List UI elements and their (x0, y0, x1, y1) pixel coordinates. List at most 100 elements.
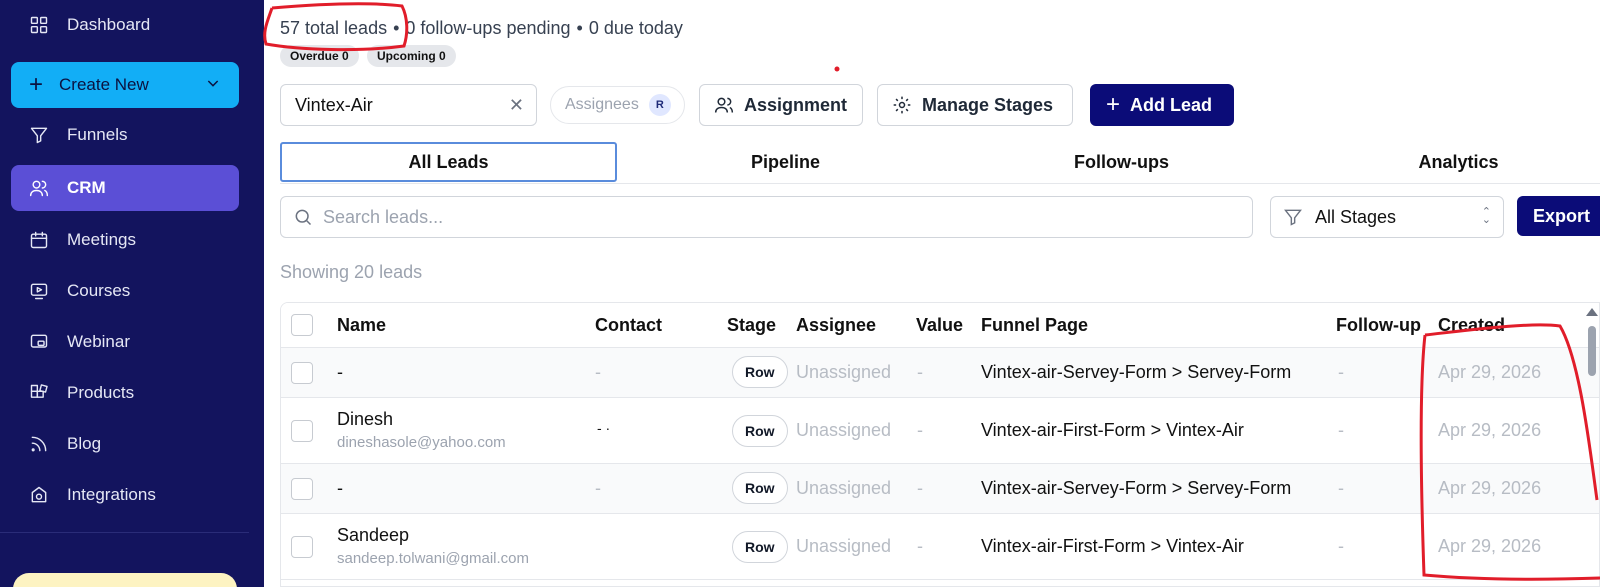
lead-assignee[interactable]: Unassigned (796, 420, 891, 441)
leads-table: Name Contact Stage Assignee Value Funnel… (280, 302, 1600, 587)
followups-pending-text: 0 follow-ups pending (405, 18, 571, 38)
assignment-label: Assignment (744, 94, 848, 115)
showing-count: Showing 20 leads (280, 262, 423, 282)
chevron-updown-icon: ⌃ ⌄ (1481, 206, 1491, 226)
tab-analytics[interactable]: Analytics (1290, 142, 1600, 182)
lead-contact: - (595, 478, 601, 498)
tab-pipeline[interactable]: Pipeline (617, 142, 954, 182)
lead-funnel-page: Vintex-air-First-Form > Vintex-Air (981, 420, 1244, 440)
table-row[interactable]: Sandeep sandeep.tolwani@gmail.com Row Un… (281, 514, 1599, 580)
upgrade-card[interactable] (13, 573, 237, 587)
sidebar-item-label: Webinar (67, 332, 130, 351)
search-box (280, 196, 1253, 238)
add-lead-label: Add Lead (1130, 94, 1213, 115)
table-scrollbar[interactable] (1586, 302, 1598, 587)
chevron-down-icon (205, 75, 221, 96)
table-row[interactable]: Dinesh dineshasole@yahoo.com - · Row Una… (281, 398, 1599, 464)
assignment-button[interactable]: Assignment (699, 84, 863, 126)
plus-icon: + (29, 71, 44, 98)
sidebar-item-label: Dashboard (67, 15, 151, 34)
tab-follow-ups[interactable]: Follow-ups (953, 142, 1290, 182)
table-header: Name Contact Stage Assignee Value Funnel… (281, 303, 1599, 348)
lead-created: Apr 29, 2026 (1438, 420, 1542, 440)
column-header[interactable]: Stage (727, 315, 776, 336)
stage-pill[interactable]: Row (732, 415, 788, 447)
lead-name: Sandeep (337, 525, 410, 545)
lead-contact: - · (597, 420, 611, 436)
stage-pill[interactable]: Row (732, 472, 788, 504)
manage-stages-button[interactable]: Manage Stages (877, 84, 1073, 126)
lead-name: Dinesh (337, 409, 394, 429)
sidebar-item-blog[interactable]: Blog (11, 421, 239, 467)
gear-icon (893, 96, 911, 114)
export-button[interactable]: Export (1517, 196, 1600, 236)
column-header[interactable]: Follow-up (1336, 315, 1421, 336)
row-checkbox[interactable] (291, 362, 313, 384)
sidebar-item-courses[interactable]: Courses (11, 268, 239, 314)
lead-follow-up: - (1338, 362, 1344, 382)
lead-assignee[interactable]: Unassigned (796, 536, 891, 557)
overdue-badge: Overdue 0 (280, 45, 359, 67)
stage-pill[interactable]: Row (732, 356, 788, 388)
add-lead-button[interactable]: + Add Lead (1090, 84, 1234, 126)
sidebar-item-funnels[interactable]: Funnels (11, 112, 239, 158)
sidebar-divider (0, 532, 249, 533)
lead-assignee[interactable]: Unassigned (796, 478, 891, 499)
webinar-icon (29, 332, 49, 352)
sidebar-item-label: Funnels (67, 125, 128, 144)
sidebar-item-webinar[interactable]: Webinar (11, 319, 239, 365)
tab-all-leads[interactable]: All Leads (280, 142, 617, 182)
lead-email: dineshasole@yahoo.com (337, 434, 506, 451)
stage-pill[interactable]: Row (732, 531, 788, 563)
users-icon (714, 97, 734, 113)
lead-value: - (917, 478, 923, 498)
scroll-up-arrow-icon[interactable] (1586, 308, 1598, 316)
lead-contact: - (595, 362, 601, 382)
row-checkbox[interactable] (291, 536, 313, 558)
column-header[interactable]: Value (916, 315, 963, 336)
search-input[interactable] (323, 206, 1223, 228)
table-row[interactable]: - - Row Unassigned - Vintex-air-Servey-F… (281, 348, 1599, 398)
sidebar-item-meetings[interactable]: Meetings (11, 217, 239, 263)
sidebar-item-label: Products (67, 383, 135, 402)
funnel-select-value: Vintex-Air (295, 94, 373, 115)
lead-name: - (337, 478, 343, 498)
scroll-thumb[interactable] (1588, 326, 1596, 376)
lead-value: - (917, 536, 923, 556)
stage-filter-select[interactable]: All Stages ⌃ ⌄ (1270, 196, 1504, 238)
lead-follow-up: - (1338, 536, 1344, 556)
assignees-filter[interactable]: Assignees R (550, 86, 685, 124)
column-header[interactable]: Name (337, 315, 386, 336)
row-checkbox[interactable] (291, 478, 313, 500)
lead-created: Apr 29, 2026 (1438, 536, 1542, 556)
sidebar-item-label: Integrations (67, 485, 156, 504)
column-header[interactable]: Funnel Page (981, 315, 1088, 336)
column-header[interactable]: Assignee (796, 315, 876, 336)
sidebar-item-integrations[interactable]: Integrations (11, 472, 239, 518)
sidebar-item-crm[interactable]: CRM (11, 165, 239, 211)
lead-created: Apr 29, 2026 (1438, 478, 1542, 498)
select-all-checkbox[interactable] (291, 314, 313, 336)
lead-funnel-page: Vintex-air-First-Form > Vintex-Air (981, 536, 1244, 556)
rss-icon (29, 434, 49, 454)
sidebar-item-label: Meetings (67, 230, 136, 249)
total-leads-text: 57 total leads (280, 18, 388, 38)
lead-assignee[interactable]: Unassigned (796, 362, 891, 383)
lead-follow-up: - (1338, 478, 1344, 498)
sidebar-item-label: Courses (67, 281, 131, 300)
boxes-icon (29, 383, 49, 403)
funnel-select[interactable]: Vintex-Air ✕ (280, 84, 537, 126)
sidebar-item-dashboard[interactable]: Dashboard (11, 2, 239, 48)
sidebar: Dashboard + Create New Funnels CRM Meeti… (0, 0, 264, 587)
calendar-icon (29, 230, 49, 250)
create-new-button[interactable]: + Create New (11, 62, 239, 108)
lead-email: sandeep.tolwani@gmail.com (337, 550, 529, 567)
column-header[interactable]: Contact (595, 315, 662, 336)
row-checkbox[interactable] (291, 420, 313, 442)
sidebar-item-products[interactable]: Products (11, 370, 239, 416)
lead-value: - (917, 362, 923, 382)
column-header[interactable]: Created (1438, 315, 1505, 336)
assignees-label: Assignees (565, 96, 639, 113)
table-row[interactable]: - - Row Unassigned - Vintex-air-Servey-F… (281, 464, 1599, 514)
close-icon[interactable]: ✕ (509, 95, 524, 116)
